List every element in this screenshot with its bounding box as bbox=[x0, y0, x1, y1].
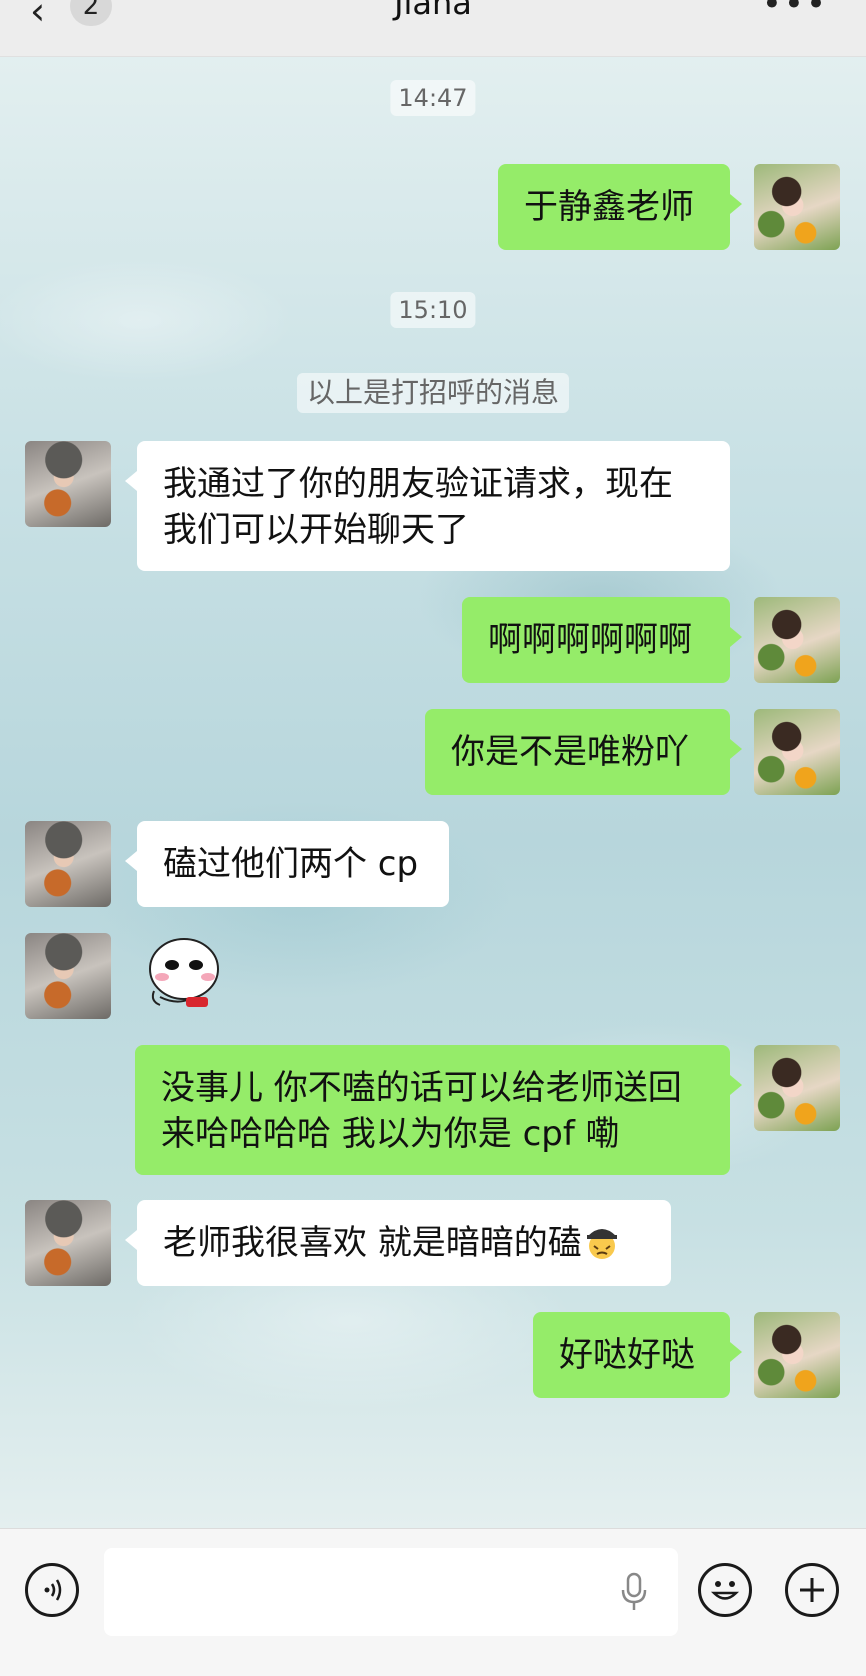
message-line: 我们可以开始聊天了 bbox=[163, 510, 469, 550]
message-bubble-sent[interactable]: 没事儿 你不嗑的话可以给老师送回 来哈哈哈哈 我以为你是 cpf 嘞 bbox=[135, 1045, 742, 1175]
my-avatar[interactable] bbox=[754, 597, 840, 683]
my-avatar[interactable] bbox=[754, 1045, 840, 1131]
blushing-ghost-sticker[interactable] bbox=[146, 935, 226, 1015]
more-horizontal-icon[interactable]: ••• bbox=[762, 0, 828, 24]
message-bubble-sent[interactable]: 啊啊啊啊啊啊 bbox=[462, 597, 742, 683]
my-avatar[interactable] bbox=[754, 1312, 840, 1398]
timestamp: 15:10 bbox=[390, 292, 476, 328]
emoji-icon[interactable] bbox=[698, 1563, 752, 1617]
contact-avatar[interactable] bbox=[25, 821, 111, 907]
chat-header: ‹ 2 Jiana ••• bbox=[0, 0, 866, 57]
system-notice: 以上是打招呼的消息 bbox=[296, 373, 570, 413]
message-bubble-sent[interactable]: 你是不是唯粉吖 bbox=[425, 709, 742, 795]
voice-toggle-icon[interactable] bbox=[25, 1563, 79, 1617]
my-avatar[interactable] bbox=[754, 709, 840, 795]
contact-avatar[interactable] bbox=[25, 1200, 111, 1286]
microphone-icon[interactable] bbox=[620, 1572, 648, 1612]
contact-avatar[interactable] bbox=[25, 441, 111, 527]
message-line: 我通过了你的朋友验证请求，现在 bbox=[163, 464, 673, 504]
contact-avatar[interactable] bbox=[25, 933, 111, 1019]
my-avatar[interactable] bbox=[754, 164, 840, 250]
chat-title: Jiana bbox=[394, 0, 472, 22]
message-bubble-received[interactable]: 我通过了你的朋友验证请求，现在 我们可以开始聊天了 bbox=[125, 441, 730, 571]
message-input[interactable] bbox=[104, 1548, 678, 1636]
message-text: 老师我很喜欢 就是暗暗的磕 bbox=[163, 1223, 582, 1263]
message-bubble-received[interactable]: 老师我很喜欢 就是暗暗的磕 bbox=[125, 1200, 671, 1286]
message-line: 来哈哈哈哈 我以为你是 cpf 嘞 bbox=[161, 1114, 620, 1154]
message-bubble-sent[interactable]: 好哒好哒 bbox=[533, 1312, 742, 1398]
plus-icon[interactable] bbox=[785, 1563, 839, 1617]
message-bubble-received[interactable]: 磕过他们两个 cp bbox=[125, 821, 449, 907]
message-bubble-sent[interactable]: 于静鑫老师 bbox=[498, 164, 742, 250]
detective-emoji bbox=[586, 1229, 617, 1259]
message-line: 没事儿 你不嗑的话可以给老师送回 bbox=[161, 1068, 682, 1108]
timestamp: 14:47 bbox=[390, 80, 476, 116]
